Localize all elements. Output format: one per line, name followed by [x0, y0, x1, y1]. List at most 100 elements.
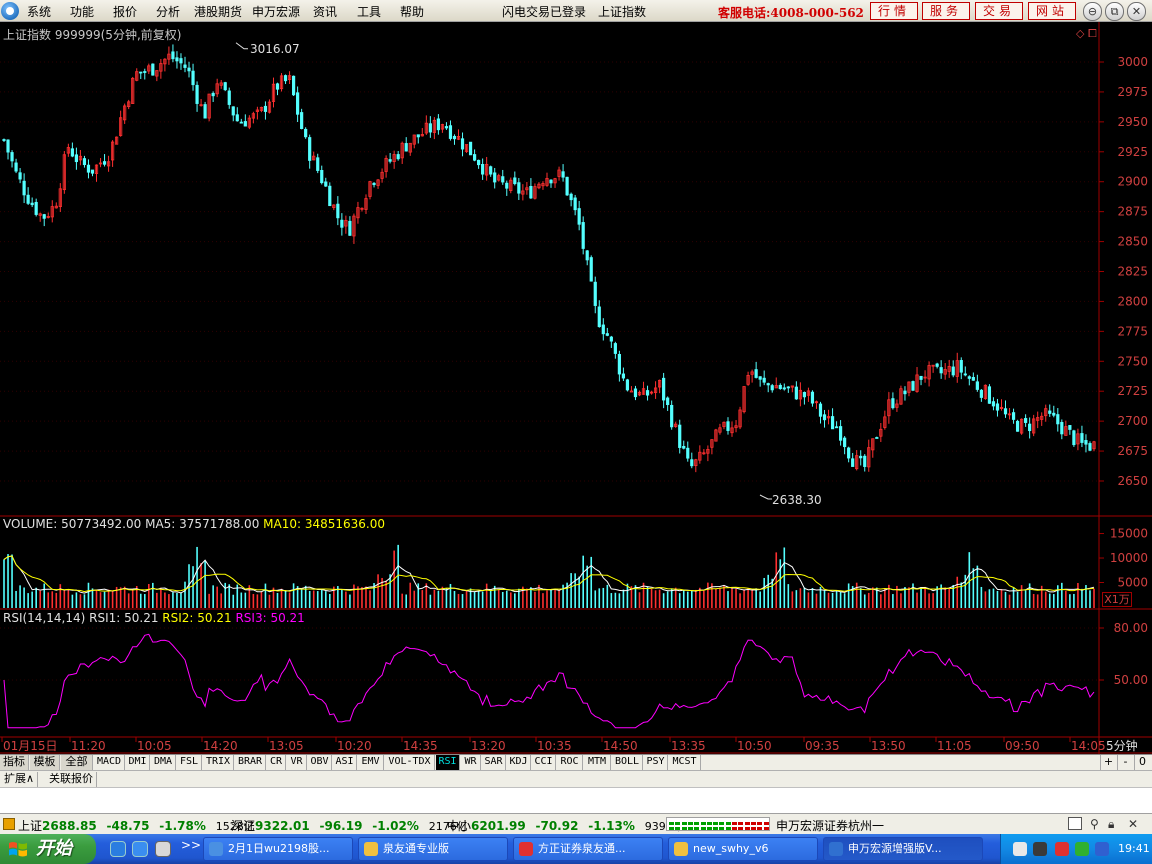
tray-icon-3[interactable]	[1055, 842, 1069, 856]
login-status[interactable]: 闪电交易已登录	[502, 3, 586, 20]
menu-hk-futures[interactable]: 港股期货	[194, 3, 242, 20]
strength-cell	[675, 822, 681, 825]
tab-vol-tdx[interactable]: VOL-TDX	[385, 755, 435, 770]
quick-launch-more[interactable]: >>	[181, 838, 201, 852]
candle-body	[963, 373, 967, 376]
sme-index[interactable]: 中小6201.99 -70.92 -1.13% 939.1亿	[447, 817, 687, 834]
tray-icon-1[interactable]	[1013, 842, 1027, 856]
tab-fsl[interactable]: FSL	[177, 755, 202, 770]
candle-body	[468, 141, 473, 156]
tab-asi[interactable]: ASI	[333, 755, 357, 770]
service-button[interactable]: 服务	[922, 2, 970, 20]
tray-icon-5[interactable]	[1095, 842, 1109, 856]
menu-system[interactable]: 系统	[27, 3, 51, 20]
reset-indicator-button[interactable]: 0	[1134, 755, 1150, 770]
close-icon[interactable]: ✕	[1127, 2, 1146, 21]
remove-indicator-button[interactable]: -	[1117, 755, 1133, 770]
menu-news[interactable]: 资讯	[313, 3, 337, 20]
current-index-name[interactable]: 上证指数	[598, 3, 646, 20]
restore-icon[interactable]: ⧉	[1105, 2, 1124, 21]
candle-body	[6, 139, 10, 153]
tray-icon-2[interactable]	[1033, 842, 1047, 856]
price-tick-label: 2650	[1117, 474, 1148, 488]
tab-cci[interactable]: CCI	[532, 755, 556, 770]
candle-body	[1080, 433, 1084, 443]
sh-index[interactable]: 上证2688.85 -48.75 -1.78% 1528亿	[18, 817, 255, 834]
volume-tick-label: 10000	[1110, 551, 1148, 565]
tab-obv[interactable]: OBV	[308, 755, 332, 770]
candle-body	[987, 386, 992, 404]
task-quanyoutong[interactable]: 泉友通专业版	[358, 837, 508, 861]
task-swhy-enhanced[interactable]: 申万宏源增强版V...	[823, 837, 983, 861]
task-folder[interactable]: new_swhy_v6	[668, 837, 818, 861]
tab-indicator[interactable]: 指标	[0, 755, 29, 770]
tab-wr[interactable]: WR	[461, 755, 481, 770]
candle-body	[448, 125, 453, 139]
index-icon	[3, 818, 15, 830]
tab-sar[interactable]: SAR	[482, 755, 506, 770]
chart-area[interactable]: 3000 2975 2950 2925 2900 2875 2850 2825 2800 2775…	[0, 22, 1152, 754]
menu-quote[interactable]: 报价	[113, 3, 137, 20]
tab-all[interactable]: 全部	[61, 755, 93, 770]
browser-icon[interactable]	[132, 841, 148, 857]
candle-body	[283, 75, 288, 82]
tab-dmi[interactable]: DMI	[126, 755, 150, 770]
tray-icon-4[interactable]	[1075, 842, 1089, 856]
start-button[interactable]: 开始	[0, 834, 96, 864]
tab-brar[interactable]: BRAR	[235, 755, 266, 770]
candle-body	[444, 126, 449, 129]
candle-body	[1024, 418, 1028, 423]
sz-index[interactable]: 深证9322.01 -96.19 -1.02% 2176亿	[231, 817, 468, 834]
tab-vr[interactable]: VR	[287, 755, 307, 770]
candle-body	[26, 194, 30, 204]
rsi2-value: RSI2: 50.21	[162, 611, 232, 625]
candle-body	[597, 306, 601, 328]
candle-body	[34, 201, 38, 215]
strength-cell	[725, 827, 731, 830]
tab-mcst[interactable]: MCST	[669, 755, 701, 770]
tab-cr[interactable]: CR	[267, 755, 286, 770]
tab-mtm[interactable]: MTM	[584, 755, 611, 770]
period-label[interactable]: 5分钟	[1106, 737, 1138, 754]
menu-help[interactable]: 帮助	[400, 3, 424, 20]
lock-icon[interactable]: 🔒︎	[1108, 817, 1114, 832]
tab-rsi[interactable]: RSI	[436, 755, 460, 770]
task-browser[interactable]: 2月1日wu2198股...	[203, 837, 353, 861]
related-quotes-button[interactable]: 关联报价	[46, 772, 97, 787]
ie-icon[interactable]	[110, 841, 126, 857]
task-founder-securities[interactable]: 方正证券泉友通...	[513, 837, 663, 861]
menu-analysis[interactable]: 分析	[156, 3, 180, 20]
candle-body	[223, 82, 227, 91]
tab-kdj[interactable]: KDJ	[507, 755, 531, 770]
menu-swhy[interactable]: 申万宏源	[252, 3, 300, 20]
minimize-icon[interactable]: ⊖	[1083, 2, 1102, 21]
tab-macd[interactable]: MACD	[94, 755, 125, 770]
price-tick-label: 2725	[1117, 384, 1148, 398]
tab-emv[interactable]: EMV	[358, 755, 384, 770]
candle-body	[404, 143, 408, 152]
quote-button[interactable]: 行情	[870, 2, 918, 20]
website-button[interactable]: 网站	[1028, 2, 1076, 20]
rsi-tick-label: 50.00	[1114, 673, 1148, 687]
signal-icon[interactable]: ⚲	[1090, 817, 1099, 831]
message-icon[interactable]	[1068, 817, 1082, 830]
close-bar-icon[interactable]: ✕	[1128, 817, 1138, 831]
strength-cell	[763, 822, 769, 825]
tab-roc[interactable]: ROC	[557, 755, 583, 770]
expand-button[interactable]: 扩展∧	[1, 772, 39, 787]
tab-psy[interactable]: PSY	[644, 755, 668, 770]
time-tick-label: 14:20	[203, 739, 238, 753]
tab-template[interactable]: 模板	[30, 755, 60, 770]
tab-trix[interactable]: TRIX	[203, 755, 234, 770]
add-indicator-button[interactable]: +	[1100, 755, 1116, 770]
tab-boll[interactable]: BOLL	[612, 755, 643, 770]
kline-chart[interactable]: 3000 2975 2950 2925 2900 2875 2850 2825 2800 2775…	[0, 22, 1152, 754]
candle-body	[565, 176, 569, 196]
menu-function[interactable]: 功能	[70, 3, 94, 20]
menu-tools[interactable]: 工具	[357, 3, 381, 20]
app-icon[interactable]	[155, 841, 171, 857]
candle-body	[151, 63, 155, 76]
trade-button[interactable]: 交易	[975, 2, 1023, 20]
tab-dma[interactable]: DMA	[151, 755, 176, 770]
candle-body	[2, 139, 6, 141]
